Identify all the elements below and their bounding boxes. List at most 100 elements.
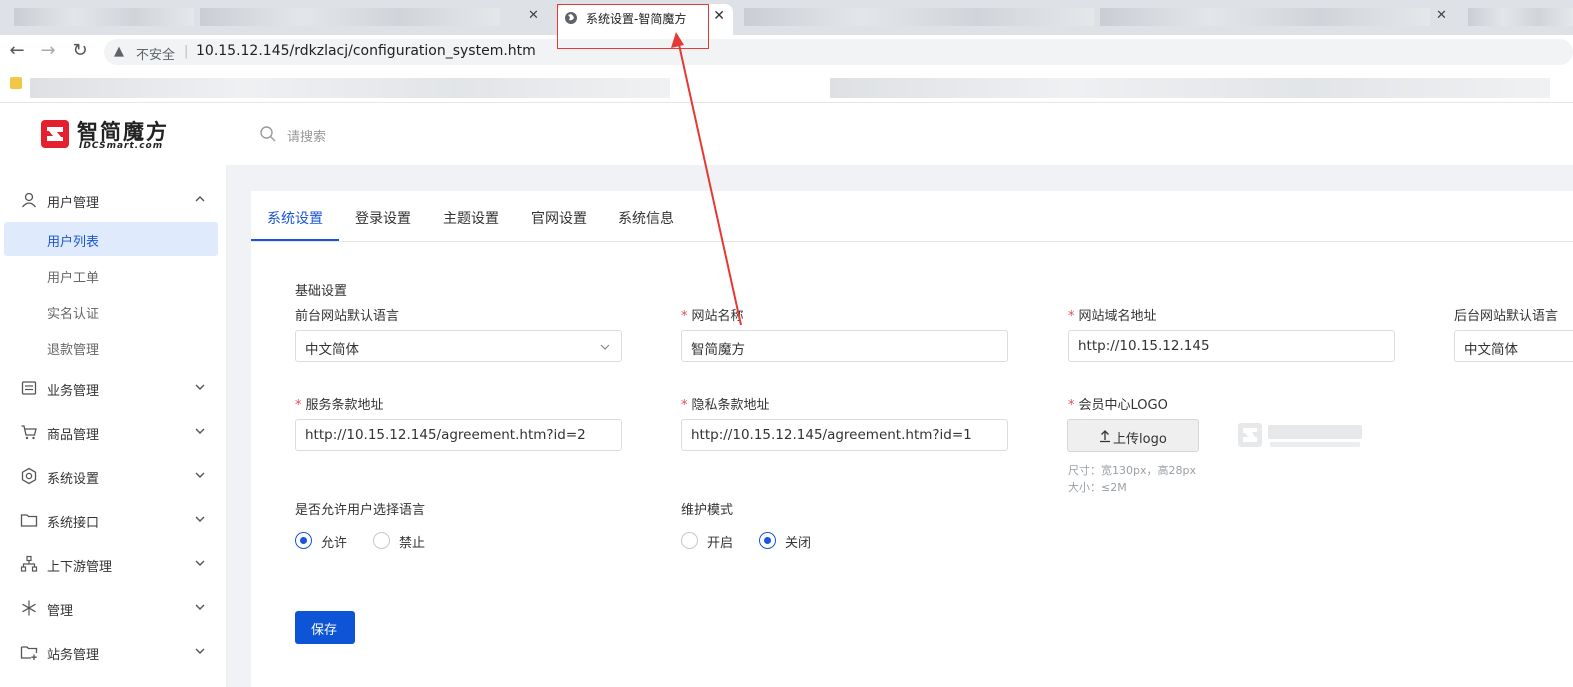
sidebar-group-products[interactable]: 商品管理 <box>0 412 227 452</box>
folder-icon <box>20 514 38 527</box>
allow-lang-deny-label[interactable]: 禁止 <box>399 532 425 551</box>
chevron-down-icon[interactable] <box>193 600 207 614</box>
blurred-tab[interactable] <box>744 8 1094 26</box>
blurred-tab[interactable] <box>1468 8 1573 26</box>
privacy-url-label-text: 隐私条款地址 <box>691 398 770 413</box>
chevron-down-icon[interactable] <box>193 380 207 394</box>
privacy-url-label: * 隐私条款地址 <box>681 394 770 413</box>
allow-lang-allow-radio[interactable] <box>295 532 312 549</box>
chevron-down-icon <box>600 344 610 350</box>
required-mark: * <box>1068 398 1075 413</box>
sidebar-item-label: 实名认证 <box>47 307 100 322</box>
tab-close-icon[interactable]: ✕ <box>528 8 539 23</box>
cart-icon <box>21 425 37 440</box>
chevron-up-icon[interactable] <box>193 192 207 206</box>
maintenance-on-label[interactable]: 开启 <box>707 532 733 551</box>
site-domain-label-text: 网站域名地址 <box>1078 309 1157 324</box>
tab-close-icon[interactable]: ✕ <box>1436 8 1447 23</box>
site-domain-value: http://10.15.12.145 <box>1078 338 1210 354</box>
search-input[interactable]: 请搜索 <box>287 126 326 145</box>
sidebar-item-user-tickets[interactable]: 用户工单 <box>4 258 218 292</box>
warning-icon[interactable]: ▲ <box>114 44 124 59</box>
sidebar-group-label: 管理 <box>47 604 74 619</box>
section-title: 基础设置 <box>295 284 348 299</box>
logo-preview-image <box>1238 423 1362 447</box>
privacy-url-input[interactable]: http://10.15.12.145/agreement.htm?id=1 <box>681 419 1008 451</box>
sidebar-group-label: 站务管理 <box>47 648 100 663</box>
search-icon[interactable] <box>259 125 277 143</box>
frontend-lang-value: 中文简体 <box>305 342 359 358</box>
folder-icon[interactable] <box>10 77 22 89</box>
list-icon <box>21 381 37 395</box>
frontend-lang-select[interactable]: 中文简体 <box>295 330 622 362</box>
insecure-label[interactable]: 不安全 <box>136 44 175 63</box>
chevron-down-icon[interactable] <box>193 468 207 482</box>
terms-url-label: * 服务条款地址 <box>295 394 384 413</box>
blurred-bookmarks[interactable] <box>830 78 1550 98</box>
site-name-value: 智简魔方 <box>691 342 745 358</box>
maintenance-off-label[interactable]: 关闭 <box>785 532 811 551</box>
save-button[interactable]: 保存 <box>295 611 355 644</box>
hierarchy-icon <box>20 555 38 572</box>
maintenance-off-radio[interactable] <box>759 532 776 549</box>
folder-plus-icon <box>20 646 38 660</box>
site-name-label: * 网站名称 <box>681 305 744 324</box>
sidebar-item-refunds[interactable]: 退款管理 <box>4 330 218 364</box>
tab-system-settings[interactable]: 系统设置 <box>267 208 323 228</box>
sidebar-item-label: 退款管理 <box>47 343 100 358</box>
terms-url-input[interactable]: http://10.15.12.145/agreement.htm?id=2 <box>295 419 622 451</box>
required-mark: * <box>1068 309 1075 324</box>
tab-system-info[interactable]: 系统信息 <box>618 208 674 228</box>
site-domain-label: * 网站域名地址 <box>1068 305 1157 324</box>
required-mark: * <box>295 398 302 413</box>
blurred-bookmarks[interactable] <box>30 78 670 98</box>
tab-website-settings[interactable]: 官网设置 <box>531 208 587 228</box>
url-text[interactable]: 10.15.12.145/rdkzlacj/configuration_syst… <box>196 43 536 59</box>
sidebar-group-label: 业务管理 <box>47 384 100 399</box>
annotation-highlight-box <box>557 4 709 49</box>
tab-theme-settings[interactable]: 主题设置 <box>443 208 499 228</box>
chevron-down-icon[interactable] <box>193 424 207 438</box>
save-button-label: 保存 <box>311 623 338 638</box>
maintenance-label: 维护模式 <box>681 503 734 518</box>
blurred-tab[interactable] <box>14 8 194 26</box>
backend-lang-label: 后台网站默认语言 <box>1454 309 1559 324</box>
back-icon[interactable]: ← <box>6 40 28 61</box>
sidebar-group-system-settings[interactable]: 系统设置 <box>0 456 227 496</box>
site-domain-input[interactable]: http://10.15.12.145 <box>1068 330 1395 362</box>
site-name-input[interactable]: 智简魔方 <box>681 330 1008 362</box>
sidebar-group-business[interactable]: 业务管理 <box>0 368 227 408</box>
tab-login-settings[interactable]: 登录设置 <box>355 208 411 228</box>
sidebar-group-user-management[interactable]: 用户管理 <box>0 180 227 220</box>
terms-url-value: http://10.15.12.145/agreement.htm?id=2 <box>305 427 586 443</box>
app-header <box>0 103 1573 165</box>
maintenance-on-radio[interactable] <box>681 532 698 549</box>
close-tab-icon[interactable]: ✕ <box>713 8 725 24</box>
backend-lang-value: 中文简体 <box>1464 342 1518 358</box>
frontend-lang-label: 前台网站默认语言 <box>295 309 400 324</box>
sidebar-group-management[interactable]: 管理 <box>0 588 227 628</box>
forward-icon[interactable]: → <box>37 40 59 61</box>
sidebar-item-real-name[interactable]: 实名认证 <box>4 294 218 328</box>
allow-lang-deny-radio[interactable] <box>373 532 390 549</box>
sidebar-group-site-affairs[interactable]: 站务管理 <box>0 632 227 672</box>
reload-icon[interactable]: ↻ <box>69 40 91 61</box>
logo-icon <box>41 120 69 148</box>
upload-logo-label: 上传logo <box>1113 432 1167 447</box>
sidebar-item-user-list[interactable]: 用户列表 <box>4 222 218 256</box>
chevron-down-icon[interactable] <box>193 512 207 526</box>
chevron-down-icon[interactable] <box>193 556 207 570</box>
sidebar-group-upstream-downstream[interactable]: 上下游管理 <box>0 544 227 584</box>
settings-tabs: 系统设置 登录设置 主题设置 官网设置 系统信息 <box>251 191 1573 242</box>
divider: | <box>184 44 189 59</box>
address-bar[interactable]: ▲ 不安全 | 10.15.12.145/rdkzlacj/configurat… <box>104 39 1573 65</box>
blurred-tab[interactable] <box>200 8 500 26</box>
logo-subtext: IDCSmart.com <box>79 141 164 151</box>
allow-lang-allow-label[interactable]: 允许 <box>321 532 347 551</box>
sidebar-group-label: 系统接口 <box>47 516 100 531</box>
chevron-down-icon[interactable] <box>193 644 207 658</box>
upload-logo-button[interactable]: 上传logo <box>1067 419 1199 452</box>
backend-lang-select[interactable]: 中文简体 <box>1454 330 1573 362</box>
sidebar-group-system-interface[interactable]: 系统接口 <box>0 500 227 540</box>
blurred-tab[interactable] <box>1100 8 1430 26</box>
